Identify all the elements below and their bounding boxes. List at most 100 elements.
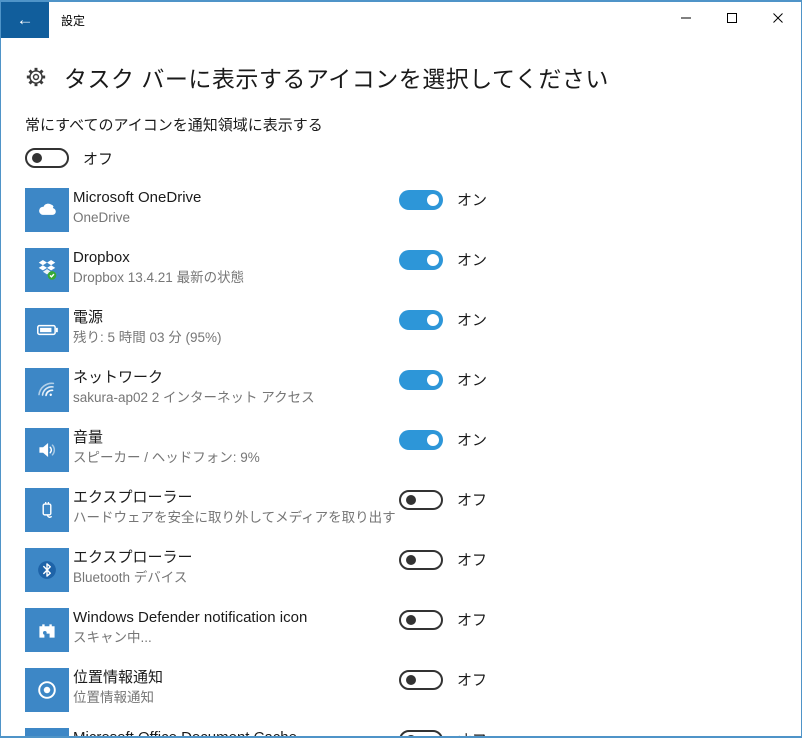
row-toggle-group: オン [399, 369, 487, 390]
row-text: Dropbox Dropbox 13.4.21 最新の状態 [73, 247, 244, 287]
page-title: タスク バーに表示するアイコンを選択してください [64, 60, 609, 94]
location-toggle[interactable] [399, 670, 443, 690]
battery-icon [34, 317, 60, 343]
network-toggle[interactable] [399, 370, 443, 390]
toggle-state-label: オフ [457, 669, 487, 690]
row-title: 位置情報通知 [73, 667, 163, 688]
row-subtitle: OneDrive [73, 208, 201, 227]
app-tile [25, 548, 69, 592]
volume-toggle[interactable] [399, 430, 443, 450]
toggle-knob [406, 495, 416, 505]
row-text: Microsoft OneDrive OneDrive [73, 187, 201, 227]
row-title: エクスプローラー [73, 547, 193, 568]
row-title: Dropbox [73, 247, 244, 268]
explorer-bluetooth-toggle[interactable] [399, 550, 443, 570]
app-title: 設定 [61, 12, 85, 29]
row-toggle-group: オフ [399, 669, 487, 690]
list-item-dropbox: Dropbox Dropbox 13.4.21 最新の状態 オン [25, 240, 801, 300]
defender-toggle[interactable] [399, 610, 443, 630]
onedrive-toggle[interactable] [399, 190, 443, 210]
toggle-state-label: オン [457, 429, 487, 450]
toggle-state-label: オン [457, 249, 487, 270]
toggle-knob [406, 615, 416, 625]
toggle-knob [406, 675, 416, 685]
explorer-usb-toggle[interactable] [399, 490, 443, 510]
row-text: エクスプローラー Bluetooth デバイス [73, 547, 193, 587]
row-toggle-group: オフ [399, 609, 487, 630]
row-toggle-group: オフ [399, 489, 487, 510]
master-toggle-state: オフ [83, 148, 113, 169]
master-toggle-row: オフ [25, 147, 801, 169]
list-item-location: 位置情報通知 位置情報通知 オフ [25, 660, 801, 720]
toggle-state-label: オフ [457, 729, 487, 738]
app-tile [25, 368, 69, 412]
row-subtitle: 位置情報通知 [73, 688, 163, 707]
list-item-power: 電源 残り: 5 時間 03 分 (95%) オン [25, 300, 801, 360]
row-text: エクスプローラー ハードウェアを安全に取り外してメディアを取り出す [73, 487, 396, 527]
minimize-button[interactable] [663, 2, 709, 34]
row-text: 位置情報通知 位置情報通知 [73, 667, 163, 707]
minimize-icon [680, 12, 692, 24]
row-title: 音量 [73, 427, 260, 448]
onedrive-cloud-icon [34, 197, 60, 223]
row-subtitle: sakura-ap02 2 インターネット アクセス [73, 388, 315, 407]
usb-eject-icon [34, 497, 60, 523]
row-toggle-group: オフ [399, 729, 487, 738]
taskbar-icon-list: Microsoft OneDrive OneDrive オン [25, 180, 801, 738]
titlebar: ← 設定 [1, 2, 801, 40]
toggle-state-label: オフ [457, 609, 487, 630]
dropbox-toggle[interactable] [399, 250, 443, 270]
row-title: ネットワーク [73, 367, 315, 388]
master-toggle[interactable] [25, 148, 69, 168]
master-toggle-label: 常にすべてのアイコンを通知領域に表示する [25, 114, 801, 135]
close-button[interactable] [755, 2, 801, 34]
location-icon [34, 677, 60, 703]
list-item-onedrive: Microsoft OneDrive OneDrive オン [25, 180, 801, 240]
row-subtitle: スピーカー / ヘッドフォン: 9% [73, 448, 260, 467]
app-tile [25, 728, 69, 738]
row-subtitle: ハードウェアを安全に取り外してメディアを取り出す [73, 508, 396, 527]
settings-window: ← 設定 [0, 0, 802, 738]
toggle-state-label: オフ [457, 549, 487, 570]
list-item-defender: Windows Defender notification icon スキャン中… [25, 600, 801, 660]
toggle-knob [427, 254, 439, 266]
row-title: Windows Defender notification icon [73, 607, 307, 628]
app-tile [25, 248, 69, 292]
wifi-icon [34, 377, 60, 403]
row-title: 電源 [73, 307, 222, 328]
page-content: タスク バーに表示するアイコンを選択してください 常にすべてのアイコンを通知領域… [1, 61, 801, 738]
office-cache-toggle[interactable] [399, 730, 443, 738]
row-text: 電源 残り: 5 時間 03 分 (95%) [73, 307, 222, 347]
row-title: エクスプローラー [73, 487, 396, 508]
app-tile [25, 428, 69, 472]
row-subtitle: スキャン中... [73, 628, 307, 647]
app-tile [25, 608, 69, 652]
maximize-button[interactable] [709, 2, 755, 34]
power-toggle[interactable] [399, 310, 443, 330]
row-toggle-group: オン [399, 429, 487, 450]
left-arrow-icon: ← [17, 10, 34, 30]
app-tile [25, 488, 69, 532]
bluetooth-icon [34, 557, 60, 583]
toggle-knob [406, 555, 416, 565]
toggle-state-label: オン [457, 309, 487, 330]
list-item-office-cache: Microsoft Office Document Cache オフ [25, 720, 801, 738]
row-text: ネットワーク sakura-ap02 2 インターネット アクセス [73, 367, 315, 407]
row-subtitle: Dropbox 13.4.21 最新の状態 [73, 268, 244, 287]
row-toggle-group: オフ [399, 549, 487, 570]
dropbox-icon [34, 257, 60, 283]
row-text: Microsoft Office Document Cache [73, 727, 297, 738]
speaker-icon [34, 437, 60, 463]
row-toggle-group: オン [399, 189, 487, 210]
toggle-state-label: オン [457, 369, 487, 390]
window-controls [663, 2, 801, 34]
list-item-explorer-bluetooth: エクスプローラー Bluetooth デバイス オフ [25, 540, 801, 600]
list-item-explorer-usb: エクスプローラー ハードウェアを安全に取り外してメディアを取り出す オフ [25, 480, 801, 540]
toggle-knob [427, 434, 439, 446]
row-subtitle: 残り: 5 時間 03 分 (95%) [73, 328, 222, 347]
back-button[interactable]: ← [1, 2, 49, 38]
toggle-knob [32, 153, 42, 163]
list-item-network: ネットワーク sakura-ap02 2 インターネット アクセス オン [25, 360, 801, 420]
row-text: Windows Defender notification icon スキャン中… [73, 607, 307, 647]
app-tile [25, 668, 69, 712]
